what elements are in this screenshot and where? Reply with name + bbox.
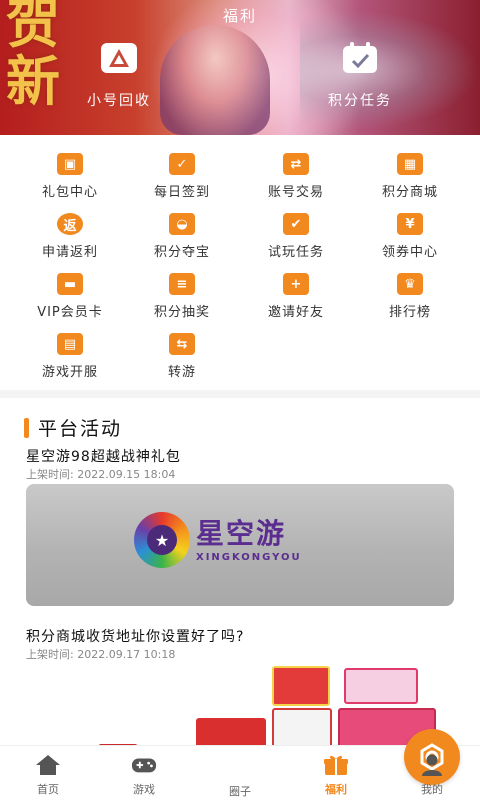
section-header: 平台活动 bbox=[24, 414, 122, 441]
gift-icon: ▣ bbox=[57, 153, 83, 175]
nav-games[interactable]: 游戏 bbox=[96, 746, 192, 800]
feature-grid: ▣ 礼包中心 ✓ 每日签到 ⇄ 账号交易 ▦ 积分商城 返 申请返利 ◒ 积分夺… bbox=[0, 135, 480, 390]
calendar-check-icon: ✓ bbox=[169, 153, 195, 175]
logo-english-text: XINGKONGYOU bbox=[196, 551, 302, 563]
gamepad-icon bbox=[131, 754, 157, 776]
grid-item-coupon-center[interactable]: ¥ 领券中心 bbox=[350, 199, 470, 260]
post-banner-image[interactable]: ★ 星空游 XINGKONGYOU bbox=[26, 484, 454, 606]
grid-item-label: 领券中心 bbox=[381, 245, 438, 260]
gift-icon bbox=[323, 754, 349, 776]
page-title: 福利 bbox=[222, 7, 257, 25]
calligraphy-char: 新 bbox=[6, 49, 60, 113]
nav-label: 首页 bbox=[37, 783, 59, 796]
banner-character-art bbox=[160, 25, 270, 135]
grid-item-label: 积分商城 bbox=[381, 185, 438, 200]
nav-mine[interactable]: 我的 bbox=[384, 746, 480, 800]
grid-item-label: 积分夺宝 bbox=[153, 245, 210, 260]
grid-item-label: 排行榜 bbox=[388, 305, 431, 320]
welfare-banner: 贺 新 福利 小号回收 积分任务 bbox=[0, 0, 480, 135]
grid-item-points-lottery[interactable]: ≡ 积分抽奖 bbox=[122, 259, 242, 320]
section-title: 平台活动 bbox=[38, 418, 123, 440]
transfer-icon: ⇆ bbox=[169, 333, 195, 355]
coins-icon: ≡ bbox=[169, 273, 195, 295]
grid-item-leaderboard[interactable]: ♛ 排行榜 bbox=[350, 259, 470, 320]
grid-item-invite-friends[interactable]: + 邀请好友 bbox=[236, 259, 356, 320]
recycle-icon bbox=[98, 40, 140, 76]
trade-icon: ⇄ bbox=[283, 153, 309, 175]
logo-emblem: ★ bbox=[134, 512, 190, 568]
entry-label: 积分任务 bbox=[328, 93, 392, 109]
grid-item-points-treasure[interactable]: ◒ 积分夺宝 bbox=[122, 199, 242, 260]
brand-logo: ★ 星空游 XINGKONGYOU bbox=[134, 512, 302, 568]
server-icon: ▤ bbox=[57, 333, 83, 355]
add-user-icon: + bbox=[283, 273, 309, 295]
post-time: 上架时间: 2022.09.17 10:18 bbox=[26, 648, 176, 661]
bottom-nav: 首页 游戏 圈子 福利 我的 bbox=[0, 729, 480, 800]
nav-home[interactable]: 首页 bbox=[0, 746, 96, 800]
grid-item-label: 申请返利 bbox=[41, 245, 98, 260]
grid-item-trial-task[interactable]: ✔ 试玩任务 bbox=[236, 199, 356, 260]
post-title[interactable]: 积分商城收货地址你设置好了吗? bbox=[26, 626, 244, 646]
grid-item-game-servers[interactable]: ▤ 游戏开服 bbox=[10, 319, 130, 380]
home-icon bbox=[35, 754, 61, 776]
grid-item-transfer-game[interactable]: ⇆ 转游 bbox=[122, 319, 242, 380]
nav-label: 福利 bbox=[325, 783, 347, 796]
wallet-icon: ▬ bbox=[57, 273, 83, 295]
treasure-icon: ◒ bbox=[169, 213, 195, 235]
nav-label: 游戏 bbox=[133, 783, 155, 796]
shop-icon: ▦ bbox=[397, 153, 423, 175]
rebate-icon: 返 bbox=[57, 213, 83, 235]
grid-item-daily-checkin[interactable]: ✓ 每日签到 bbox=[122, 139, 242, 200]
runner-icon: ★ bbox=[147, 525, 177, 555]
coupon-icon: ¥ bbox=[397, 213, 423, 235]
gift-box bbox=[344, 668, 418, 704]
grid-item-gift-center[interactable]: ▣ 礼包中心 bbox=[10, 139, 130, 200]
entry-label: 小号回收 bbox=[87, 93, 151, 109]
grid-item-label: 转游 bbox=[167, 365, 196, 380]
nav-label: 圈子 bbox=[229, 785, 251, 798]
grid-item-label: 积分抽奖 bbox=[153, 305, 210, 320]
grid-item-label: 游戏开服 bbox=[41, 365, 98, 380]
points-task-entry[interactable]: 积分任务 bbox=[305, 40, 415, 110]
calendar-check-icon bbox=[339, 40, 381, 76]
account-recycle-entry[interactable]: 小号回收 bbox=[64, 40, 174, 110]
task-icon: ✔ bbox=[283, 213, 309, 235]
nav-label: 我的 bbox=[421, 783, 443, 796]
nav-welfare[interactable]: 福利 bbox=[288, 746, 384, 800]
post-gifts-image[interactable] bbox=[26, 664, 454, 745]
grid-item-label: 礼包中心 bbox=[41, 185, 98, 200]
user-icon bbox=[419, 754, 445, 776]
section-accent-bar bbox=[24, 417, 29, 438]
trophy-icon: ♛ bbox=[397, 273, 423, 295]
grid-item-account-trade[interactable]: ⇄ 账号交易 bbox=[236, 139, 356, 200]
grid-item-apply-rebate[interactable]: 返 申请返利 bbox=[10, 199, 130, 260]
grid-item-label: 试玩任务 bbox=[267, 245, 324, 260]
grid-item-vip-card[interactable]: ▬ VIP会员卡 bbox=[10, 259, 130, 320]
grid-item-label: VIP会员卡 bbox=[37, 305, 103, 320]
post-title[interactable]: 星空游98超越战神礼包 bbox=[26, 446, 181, 466]
gift-box bbox=[196, 718, 266, 745]
grid-item-label: 账号交易 bbox=[267, 185, 324, 200]
logo-chinese-text: 星空游 bbox=[196, 516, 287, 550]
gift-box bbox=[272, 708, 332, 745]
grid-item-label: 邀请好友 bbox=[267, 305, 324, 320]
post-time: 上架时间: 2022.09.15 18:04 bbox=[26, 468, 176, 481]
grid-item-points-mall[interactable]: ▦ 积分商城 bbox=[350, 139, 470, 200]
gift-box bbox=[272, 666, 330, 706]
grid-item-label: 每日签到 bbox=[153, 185, 210, 200]
platform-activity-section: 平台活动 星空游98超越战神礼包 上架时间: 2022.09.15 18:04 … bbox=[0, 398, 480, 745]
nav-circle[interactable]: 圈子 bbox=[192, 729, 460, 800]
